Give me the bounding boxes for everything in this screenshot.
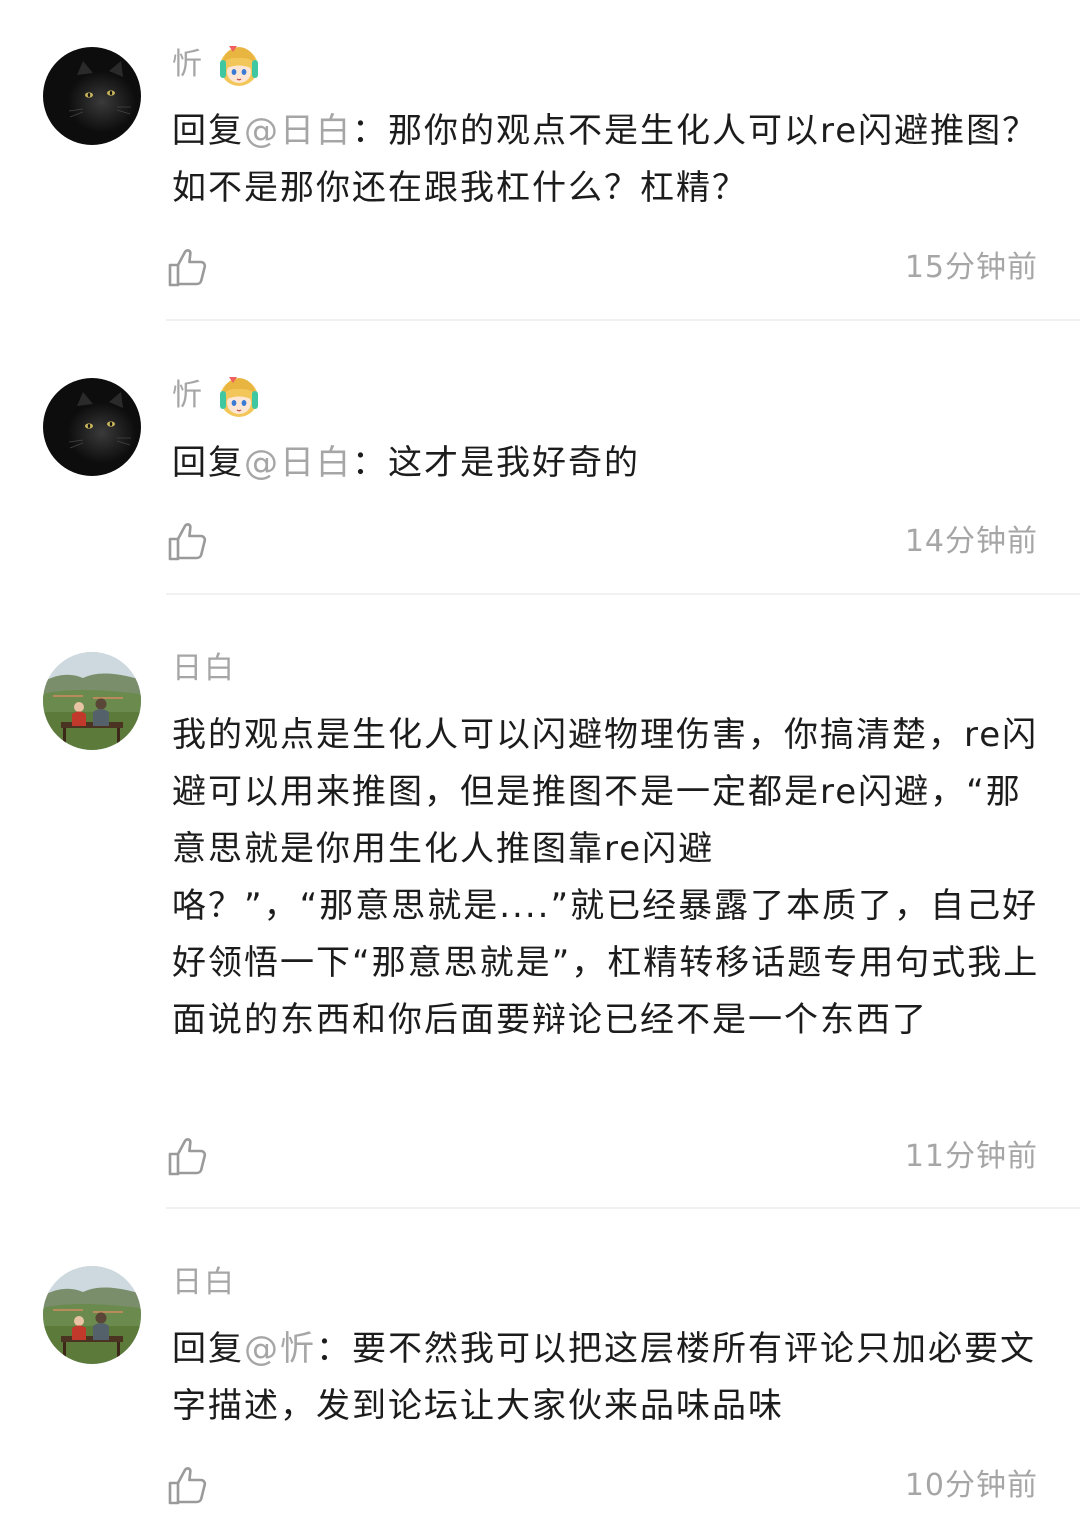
mention-link[interactable]: @日白 <box>244 111 352 151</box>
divider <box>166 319 1080 321</box>
thumbs-up-icon[interactable] <box>166 1464 210 1508</box>
comment-body: 回复@日白：这才是我好奇的 <box>172 435 1042 492</box>
thumbs-up-icon[interactable] <box>166 1135 210 1179</box>
username[interactable]: 忻 <box>172 45 204 85</box>
username-row: 日白 <box>172 646 236 692</box>
thumbs-up-icon[interactable] <box>166 246 210 290</box>
reply-prefix: 回复 <box>172 111 244 151</box>
timestamp: 15分钟前 <box>904 250 1038 285</box>
landscape-couple-avatar-image <box>43 1266 141 1364</box>
mention-link[interactable]: @日白 <box>244 443 352 483</box>
black-cat-avatar-image <box>43 378 141 476</box>
avatar[interactable] <box>43 1266 141 1364</box>
comment-text: 这才是我好奇的 <box>388 443 640 483</box>
black-cat-avatar-image <box>43 47 141 145</box>
divider <box>166 593 1080 595</box>
username[interactable]: 日白 <box>172 649 236 689</box>
username-row: 日白 <box>172 1260 236 1306</box>
username[interactable]: 忻 <box>172 376 204 416</box>
timestamp: 10分钟前 <box>904 1468 1038 1503</box>
username[interactable]: 日白 <box>172 1263 236 1303</box>
username-row: 忻 <box>172 42 262 88</box>
divider <box>166 1207 1080 1209</box>
comment-body: 回复@日白：那你的观点不是生化人可以re闪避推图？如不是那你还在跟我杠什么？杠精… <box>172 103 1042 217</box>
reply-prefix: 回复 <box>172 443 244 483</box>
username-row: 忻 <box>172 373 262 419</box>
landscape-couple-avatar-image <box>43 652 141 750</box>
thumbs-up-icon[interactable] <box>166 520 210 564</box>
timestamp: 11分钟前 <box>904 1139 1038 1174</box>
avatar[interactable] <box>43 378 141 476</box>
anime-girl-badge-icon <box>216 373 262 419</box>
comment-text: 我的观点是生化人可以闪避物理伤害，你搞清楚，re闪避可以用来推图，但是推图不是一… <box>172 715 1039 869</box>
timestamp: 14分钟前 <box>904 524 1038 559</box>
avatar[interactable] <box>43 47 141 145</box>
reply-separator: ： <box>352 443 388 483</box>
anime-girl-badge-icon <box>216 42 262 88</box>
reply-separator: ： <box>352 111 388 151</box>
reply-prefix: 回复 <box>172 1329 244 1369</box>
mention-link[interactable]: @忻 <box>244 1329 316 1369</box>
reply-separator: ： <box>316 1329 352 1369</box>
comment-text: 咯？”，“那意思就是....”就已经暴露了本质了，自己好好领悟一下“那意思就是”… <box>172 886 1040 1040</box>
avatar[interactable] <box>43 652 141 750</box>
comment-body: 回复@忻：要不然我可以把这层楼所有评论只加必要文字描述，发到论坛让大家伙来品味品… <box>172 1321 1042 1435</box>
comment-body: 我的观点是生化人可以闪避物理伤害，你搞清楚，re闪避可以用来推图，但是推图不是一… <box>172 707 1042 1049</box>
